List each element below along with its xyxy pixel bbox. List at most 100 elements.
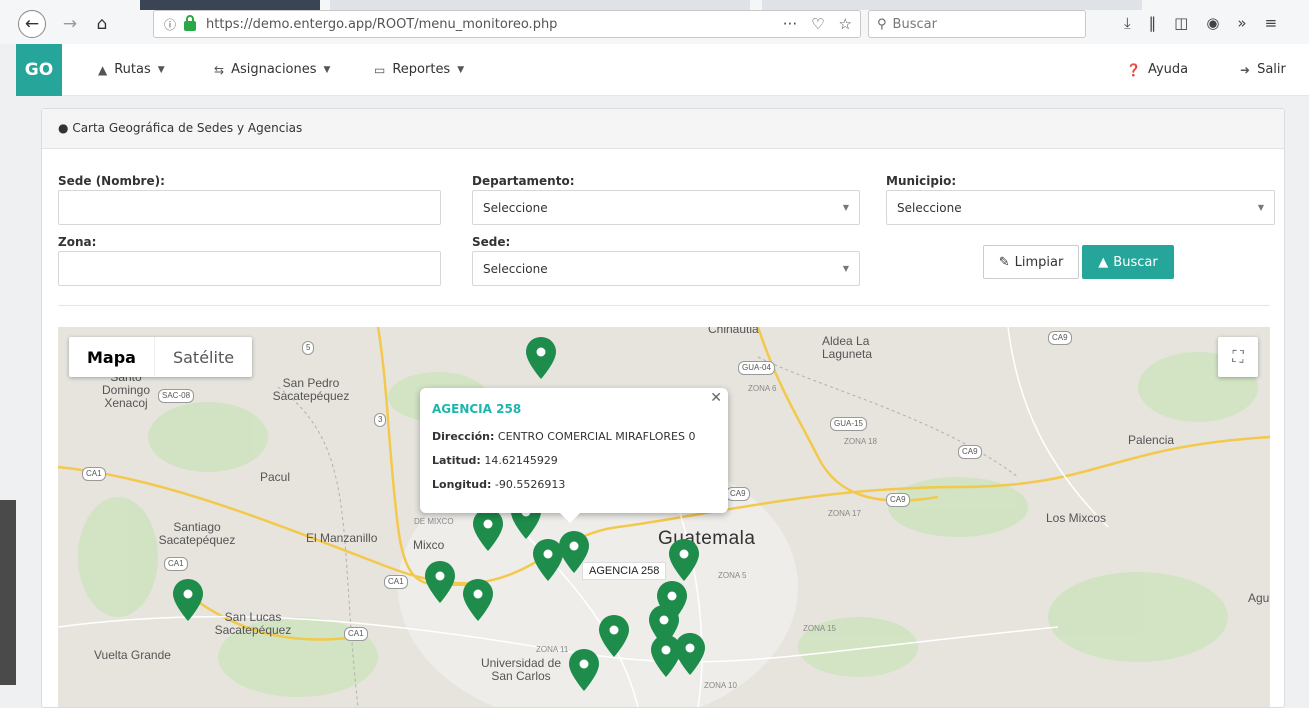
agency-marker[interactable]: [533, 539, 563, 581]
agency-marker[interactable]: [651, 635, 681, 677]
popup-longitud: Longitud: -90.5526913: [432, 478, 716, 491]
close-icon[interactable]: ✕: [710, 390, 722, 406]
nav-rutas[interactable]: ▲ Rutas ▼: [98, 62, 165, 77]
departamento-select[interactable]: Seleccione ▼: [472, 190, 860, 225]
url-text[interactable]: https://demo.entergo.app/ROOT/menu_monit…: [206, 17, 557, 32]
sede-nombre-input[interactable]: [58, 190, 441, 225]
chevron-down-icon: ▼: [323, 64, 331, 75]
browser-search-input[interactable]: ⚲ Buscar: [868, 10, 1086, 38]
agency-marker[interactable]: [675, 633, 705, 675]
map-type-mapa[interactable]: Mapa: [69, 337, 155, 377]
browser-window: ← → ⌂ ⓘ https://demo.entergo.app/ROOT/me…: [0, 0, 1309, 708]
zona-label: Zona:: [58, 235, 97, 249]
binoculars-icon: ▲: [1098, 254, 1109, 270]
divider: [58, 305, 1270, 306]
logout-icon: ➜: [1240, 62, 1251, 77]
nav-reportes-label: Reportes: [392, 62, 451, 77]
browser-tab-active[interactable]: [140, 0, 320, 10]
nav-salir-label: Salir: [1257, 62, 1286, 77]
agency-marker[interactable]: [425, 561, 455, 603]
url-host: https://demo.entergo.app: [206, 16, 373, 32]
account-icon[interactable]: ◉: [1206, 14, 1219, 32]
agency-marker-label: AGENCIA 258: [582, 562, 667, 580]
nav-ayuda-label: Ayuda: [1147, 62, 1189, 77]
nav-ayuda[interactable]: ❓ Ayuda: [1126, 62, 1188, 77]
url-bar[interactable]: ⓘ https://demo.entergo.app/ROOT/menu_mon…: [153, 10, 861, 38]
lock-icon: [184, 15, 197, 31]
page-actions-icon[interactable]: ···: [783, 15, 797, 33]
menu-icon[interactable]: ≡: [1265, 14, 1278, 32]
map-type-control: Mapa Satélite: [69, 337, 253, 377]
bookmark-star-icon[interactable]: ☆: [839, 15, 852, 33]
url-path: /ROOT/menu_monitoreo.php: [372, 16, 558, 32]
departamento-label: Departamento:: [472, 174, 575, 188]
departamento-value: Seleccione: [483, 201, 548, 215]
sede-label: Sede:: [472, 235, 511, 249]
help-icon: ❓: [1126, 62, 1141, 77]
panel-title: Carta Geográfica de Sedes y Agencias: [72, 121, 303, 135]
nav-asignaciones-label: Asignaciones: [231, 62, 317, 77]
chevron-down-icon: ▼: [842, 264, 849, 273]
downloads-icon[interactable]: ⤓: [1124, 14, 1131, 32]
popup-longitud-label: Longitud:: [432, 478, 492, 491]
pocket-icon[interactable]: ♡: [811, 15, 824, 33]
sede-value: Seleccione: [483, 262, 548, 276]
info-icon[interactable]: ⓘ: [164, 16, 176, 33]
agency-marker[interactable]: [463, 579, 493, 621]
agency-marker[interactable]: [526, 337, 556, 379]
browser-tab[interactable]: [330, 0, 750, 10]
map-markers: [173, 337, 705, 691]
app-navbar: GO ▲ Rutas ▼ ⇆ Asignaciones ▼ ▭ Reportes…: [16, 44, 1309, 96]
eraser-icon: ✎: [998, 254, 1010, 270]
chevron-down-icon: ▼: [842, 203, 849, 212]
municipio-select[interactable]: Seleccione ▼: [886, 190, 1275, 225]
nav-asignaciones[interactable]: ⇆ Asignaciones ▼: [214, 62, 330, 77]
nav-reportes[interactable]: ▭ Reportes ▼: [374, 62, 464, 77]
zona-input[interactable]: [58, 251, 441, 286]
background-window: [0, 500, 16, 685]
browser-tab[interactable]: [762, 0, 1142, 10]
search-placeholder: Buscar: [892, 16, 937, 32]
popup-latitud: Latitud: 14.62145929: [432, 454, 716, 467]
buscar-button[interactable]: ▲ Buscar: [1082, 245, 1174, 279]
map-type-satelite[interactable]: Satélite: [155, 337, 252, 377]
home-icon[interactable]: ⌂: [88, 10, 116, 38]
municipio-label: Municipio:: [886, 174, 957, 188]
search-icon: ⚲: [877, 16, 887, 32]
fullscreen-icon[interactable]: ⛶: [1218, 337, 1258, 377]
agency-marker[interactable]: [599, 615, 629, 657]
popup-direccion-label: Dirección:: [432, 430, 495, 443]
back-icon[interactable]: ←: [18, 10, 46, 38]
panel-header: ● Carta Geográfica de Sedes y Agencias: [42, 109, 1284, 149]
buscar-label: Buscar: [1113, 254, 1158, 270]
nav-salir[interactable]: ➜ Salir: [1240, 62, 1286, 77]
agency-marker[interactable]: [473, 509, 503, 551]
app-logo[interactable]: GO: [16, 44, 62, 96]
agency-info-popup: ✕ AGENCIA 258 Dirección: CENTRO COMERCIA…: [420, 388, 728, 523]
limpiar-button[interactable]: ✎ Limpiar: [983, 245, 1079, 279]
chevron-down-icon: ▼: [157, 64, 165, 75]
library-icon[interactable]: ‖: [1149, 14, 1157, 32]
agency-marker[interactable]: [669, 539, 699, 581]
sede-select[interactable]: Seleccione ▼: [472, 251, 860, 286]
map-marker-icon: ●: [58, 121, 69, 135]
popup-longitud-value: -90.5526913: [494, 478, 566, 491]
monitor-icon: ▭: [374, 62, 386, 77]
popup-title: AGENCIA 258: [432, 402, 522, 416]
limpiar-label: Limpiar: [1014, 254, 1064, 270]
sidebar-icon[interactable]: ◫: [1174, 14, 1188, 32]
nav-rutas-label: Rutas: [114, 62, 151, 77]
forward-icon[interactable]: →: [56, 10, 84, 38]
popup-direccion-value: CENTRO COMERCIAL MIRAFLORES 0: [497, 430, 696, 443]
overflow-icon[interactable]: »: [1237, 14, 1246, 32]
map-panel: ● Carta Geográfica de Sedes y Agencias S…: [41, 108, 1285, 708]
popup-direccion: Dirección: CENTRO COMERCIAL MIRAFLORES 0: [432, 430, 716, 443]
chevron-down-icon: ▼: [1257, 203, 1264, 212]
exchange-icon: ⇆: [214, 62, 225, 77]
popup-latitud-label: Latitud:: [432, 454, 481, 467]
map-canvas[interactable]: Chinautla Aldea La Laguneta Palencia Los…: [58, 327, 1270, 707]
chevron-down-icon: ▼: [457, 64, 465, 75]
binoculars-icon: ▲: [98, 62, 108, 77]
agency-marker[interactable]: [173, 579, 203, 621]
municipio-value: Seleccione: [897, 201, 962, 215]
